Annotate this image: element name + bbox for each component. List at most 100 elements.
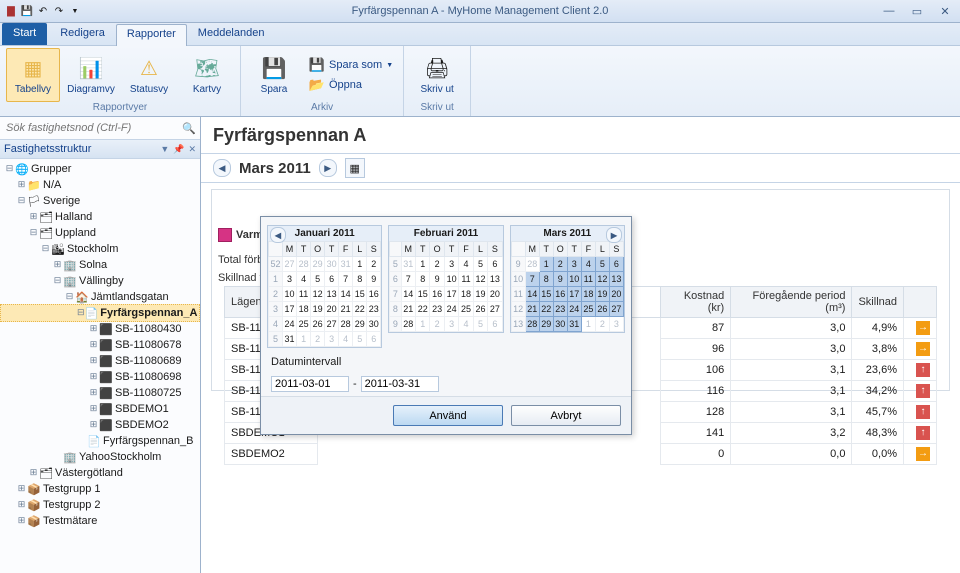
expand-icon[interactable]: ⊞ xyxy=(88,372,99,382)
close-button[interactable]: ✕ xyxy=(934,5,956,18)
tree-node[interactable]: ⊞📁N/A xyxy=(0,177,200,193)
tree-node[interactable]: ⊟📄Fyrfärgspennan_A xyxy=(0,304,200,322)
cal-day[interactable]: 12 xyxy=(311,287,325,302)
cal-day[interactable]: 22 xyxy=(415,302,429,317)
tab-rapporter[interactable]: Rapporter xyxy=(116,24,187,46)
search-box[interactable]: 🔍 xyxy=(0,117,200,140)
expand-icon[interactable]: ⊞ xyxy=(28,212,39,222)
cal-day[interactable]: 22 xyxy=(353,302,367,317)
cal-day[interactable]: 28 xyxy=(297,257,311,272)
tree-node[interactable]: ⊟🏢Vällingby xyxy=(0,273,200,289)
cal-day[interactable]: 19 xyxy=(473,287,487,302)
tree-node[interactable]: ⊞📦Testgrupp 2 xyxy=(0,497,200,513)
tree-node[interactable]: ⊞⬛SB-11080698 xyxy=(0,369,200,385)
qat-dropdown-icon[interactable]: ▼ xyxy=(68,4,82,18)
cal-day[interactable]: 2 xyxy=(595,317,609,332)
cal-day[interactable]: 10 xyxy=(283,287,297,302)
cal-day[interactable]: 4 xyxy=(339,332,353,347)
tree-node[interactable]: ⊞⬛SB-11080725 xyxy=(0,385,200,401)
cal-day[interactable]: 14 xyxy=(525,287,539,302)
search-icon[interactable]: 🔍 xyxy=(182,122,196,135)
tabellvy-button[interactable]: ▦Tabellvy xyxy=(6,48,60,102)
cal-day[interactable]: 5 xyxy=(353,332,367,347)
tab-redigera[interactable]: Redigera xyxy=(49,23,116,45)
cal-day[interactable]: 24 xyxy=(283,317,297,332)
qat-redo-icon[interactable]: ↷ xyxy=(52,4,66,18)
cal-day[interactable]: 3 xyxy=(567,257,581,272)
cal-day[interactable]: 14 xyxy=(401,287,415,302)
cal-day[interactable]: 29 xyxy=(539,317,553,332)
cal-day[interactable]: 22 xyxy=(539,302,553,317)
date-from-input[interactable] xyxy=(271,376,349,392)
cal-day[interactable]: 28 xyxy=(525,317,539,332)
cal-day[interactable]: 10 xyxy=(567,272,581,287)
mini-calendar[interactable]: Februari 2011MTOTFLS53112345667891011121… xyxy=(388,225,503,333)
cal-day[interactable]: 15 xyxy=(415,287,429,302)
cal-day[interactable]: 6 xyxy=(325,272,339,287)
expand-icon[interactable]: ⊞ xyxy=(88,356,99,366)
cal-day[interactable]: 17 xyxy=(283,302,297,317)
cal-day[interactable]: 6 xyxy=(488,257,502,272)
expand-icon[interactable]: ⊟ xyxy=(64,292,75,302)
cal-day[interactable]: 19 xyxy=(595,287,609,302)
pane-pin-icon[interactable]: 📌 xyxy=(173,144,184,155)
cal-day[interactable]: 14 xyxy=(339,287,353,302)
expand-icon[interactable]: ⊞ xyxy=(16,516,27,526)
calendar-button[interactable]: ▦ xyxy=(345,158,365,178)
tree-node[interactable]: ⊞⬛SB-11080430 xyxy=(0,321,200,337)
date-to-input[interactable] xyxy=(361,376,439,392)
cal-day[interactable]: 3 xyxy=(283,272,297,287)
cal-day[interactable]: 26 xyxy=(473,302,487,317)
cal-day[interactable]: 2 xyxy=(367,257,381,272)
cal-day[interactable]: 16 xyxy=(367,287,381,302)
expand-icon[interactable]: ⊟ xyxy=(40,244,51,254)
cal-day[interactable]: 3 xyxy=(325,332,339,347)
expand-icon[interactable]: ⊞ xyxy=(88,324,99,334)
cal-day[interactable]: 5 xyxy=(595,257,609,272)
cal-prev-icon[interactable]: ◀ xyxy=(270,227,286,243)
oppna-button[interactable]: 📂Öppna xyxy=(305,76,397,94)
cal-day[interactable]: 26 xyxy=(311,317,325,332)
expand-icon[interactable]: ⊞ xyxy=(88,420,99,430)
tree-node[interactable]: ⊞🗂Halland xyxy=(0,209,200,225)
expand-icon[interactable]: ⊟ xyxy=(4,164,15,174)
cal-day[interactable]: 1 xyxy=(539,257,553,272)
cal-day[interactable]: 8 xyxy=(539,272,553,287)
cal-day[interactable]: 25 xyxy=(459,302,473,317)
cal-day[interactable]: 31 xyxy=(567,317,581,332)
minimize-button[interactable]: — xyxy=(878,5,900,17)
tree-node[interactable]: ⊞⬛SB-11080689 xyxy=(0,353,200,369)
cal-next-icon[interactable]: ▶ xyxy=(606,227,622,243)
tree-node[interactable]: ⊟🌐Grupper xyxy=(0,161,200,177)
skriv-ut-button[interactable]: 🖨Skriv ut xyxy=(410,48,464,102)
cal-day[interactable]: 30 xyxy=(367,317,381,332)
avbryt-button[interactable]: Avbryt xyxy=(511,405,621,426)
cal-day[interactable]: 12 xyxy=(595,272,609,287)
cal-day[interactable]: 6 xyxy=(609,257,623,272)
spara-som-button[interactable]: 💾Spara som▼ xyxy=(305,56,397,74)
cal-day[interactable]: 9 xyxy=(430,272,444,287)
tree-node[interactable]: ⊞🏢Solna xyxy=(0,257,200,273)
cal-day[interactable]: 26 xyxy=(595,302,609,317)
cal-day[interactable]: 1 xyxy=(353,257,367,272)
tree-node[interactable]: ⊞⬛SBDEMO1 xyxy=(0,401,200,417)
cal-day[interactable]: 13 xyxy=(325,287,339,302)
cal-day[interactable]: 5 xyxy=(311,272,325,287)
diagramvy-button[interactable]: 📊Diagramvy xyxy=(64,48,118,102)
cal-day[interactable]: 7 xyxy=(339,272,353,287)
tree-node[interactable]: ⊟🏙Stockholm xyxy=(0,241,200,257)
cal-day[interactable]: 18 xyxy=(297,302,311,317)
cal-day[interactable]: 6 xyxy=(488,317,502,332)
expand-icon[interactable]: ⊟ xyxy=(16,196,27,206)
cal-day[interactable]: 4 xyxy=(459,257,473,272)
cal-day[interactable]: 3 xyxy=(444,317,458,332)
cal-day[interactable]: 2 xyxy=(430,317,444,332)
cal-day[interactable]: 5 xyxy=(473,317,487,332)
qat-undo-icon[interactable]: ↶ xyxy=(36,4,50,18)
expand-icon[interactable]: ⊟ xyxy=(77,308,85,318)
expand-icon[interactable]: ⊞ xyxy=(88,388,99,398)
cal-day[interactable]: 7 xyxy=(525,272,539,287)
cal-day[interactable]: 21 xyxy=(525,302,539,317)
mini-calendar[interactable]: Mars 2011▶MTOTFLS92812345610789101112131… xyxy=(510,225,625,333)
statusvy-button[interactable]: ⚠Statusvy xyxy=(122,48,176,102)
